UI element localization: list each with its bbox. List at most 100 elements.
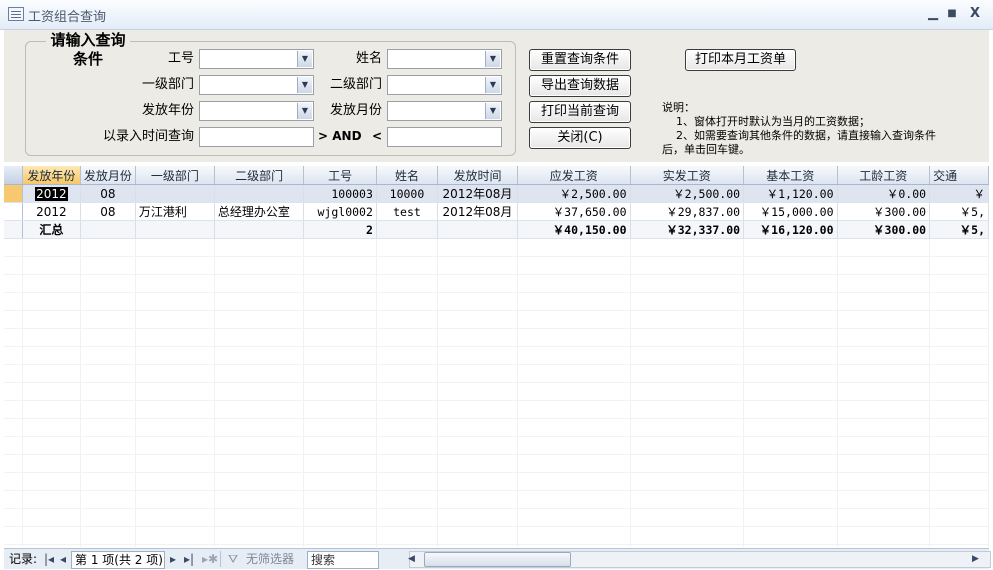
empty-cell	[517, 526, 631, 545]
table-cell[interactable]: 总经理办公室	[214, 202, 305, 221]
empty-cell	[517, 436, 631, 455]
empty-cell	[376, 256, 439, 275]
chevron-down-icon[interactable]: ▼	[485, 77, 500, 93]
row-selector[interactable]	[4, 184, 23, 203]
table-cell[interactable]: 2012年08月	[437, 202, 518, 221]
close-button[interactable]: 关闭(C)	[529, 127, 631, 149]
table-cell[interactable]: 2012年08月	[437, 184, 518, 203]
empty-cell	[437, 454, 518, 473]
search-input[interactable]: 搜索	[307, 551, 379, 569]
table-cell[interactable]: ￥29,837.00	[630, 202, 745, 221]
col-header[interactable]: 发放月份	[80, 166, 136, 185]
table-cell[interactable]: ￥37,650.00	[517, 202, 631, 221]
empty-cell	[517, 418, 631, 437]
table-cell[interactable]	[214, 184, 305, 203]
scroll-left-icon[interactable]: ◀	[408, 551, 415, 567]
current-record-box[interactable]: 第 1 项(共 2 项)	[71, 551, 165, 569]
empty-cell	[630, 274, 745, 293]
total-cell[interactable]: ￥16,120.00	[743, 220, 838, 239]
table-cell[interactable]: 100003	[303, 184, 377, 203]
table-cell[interactable]: ￥2,500.00	[630, 184, 745, 203]
total-cell[interactable]: ￥5,	[929, 220, 989, 239]
col-header[interactable]: 交通	[929, 166, 989, 185]
print-current-button[interactable]: 打印当前查询	[529, 101, 631, 123]
col-header[interactable]: 工龄工资	[837, 166, 931, 185]
chevron-down-icon[interactable]: ▼	[297, 51, 312, 67]
empty-cell	[743, 544, 838, 547]
datasheet-grid[interactable]: 发放年份 发放月份 一级部门 二级部门 工号 姓名 发放时间 应发工资 实发工资…	[4, 166, 989, 547]
table-cell[interactable]: 2012	[22, 202, 81, 221]
total-row[interactable]: 汇总 2 ￥40,150.00 ￥32,337.00 ￥16,120.00 ￥3…	[4, 220, 989, 239]
filter-icon[interactable]: ⛛	[228, 551, 238, 567]
col-header[interactable]: 二级部门	[214, 166, 305, 185]
total-cell[interactable]	[376, 220, 439, 239]
export-data-button[interactable]: 导出查询数据	[529, 75, 631, 97]
col-header[interactable]: 姓名	[376, 166, 439, 185]
chevron-down-icon[interactable]: ▼	[485, 51, 500, 67]
table-cell[interactable]: 08	[80, 202, 136, 221]
total-cell[interactable]: 2	[303, 220, 377, 239]
no-filter-label[interactable]: 无筛选器	[246, 551, 294, 567]
col-header[interactable]: 发放年份	[22, 166, 81, 185]
total-cell[interactable]: ￥300.00	[837, 220, 931, 239]
row-selector[interactable]	[4, 202, 23, 221]
table-cell[interactable]: ￥300.00	[837, 202, 931, 221]
col-header[interactable]: 实发工资	[630, 166, 745, 185]
col-header[interactable]: 基本工资	[743, 166, 838, 185]
total-cell[interactable]: 汇总	[22, 220, 81, 239]
table-cell[interactable]: 08	[80, 184, 136, 203]
row-selector[interactable]	[4, 220, 23, 239]
empty-cell	[630, 490, 745, 509]
empty-cell	[22, 400, 81, 419]
dept2-combo[interactable]: ▼	[387, 75, 502, 95]
table-cell[interactable]: ￥0.00	[837, 184, 931, 203]
empty-cell	[135, 526, 215, 545]
empty-row	[4, 418, 989, 437]
table-cell[interactable]: 2012	[22, 184, 81, 203]
table-cell[interactable]: ￥	[929, 184, 989, 203]
emp-id-combo[interactable]: ▼	[199, 49, 314, 69]
prev-record-icon[interactable]: ◂	[60, 551, 66, 567]
empty-cell	[214, 490, 305, 509]
print-month-payroll-button[interactable]: 打印本月工资单	[685, 49, 796, 71]
table-cell[interactable]: 万江港利	[135, 202, 215, 221]
col-header[interactable]: 发放时间	[437, 166, 518, 185]
total-cell[interactable]	[437, 220, 518, 239]
col-header[interactable]: 一级部门	[135, 166, 215, 185]
total-cell[interactable]	[214, 220, 305, 239]
table-row[interactable]: 2012 08 100003 10000 2012年08月 ￥2,500.00 …	[4, 184, 989, 203]
table-cell[interactable]: ￥2,500.00	[517, 184, 631, 203]
pay-month-combo[interactable]: ▼	[387, 101, 502, 121]
empty-cell	[214, 346, 305, 365]
next-record-icon[interactable]: ▸	[170, 551, 176, 567]
table-cell[interactable]: wjgl0002	[303, 202, 377, 221]
select-all-corner[interactable]	[4, 166, 23, 185]
total-cell[interactable]: ￥32,337.00	[630, 220, 745, 239]
table-cell[interactable]: ￥1,120.00	[743, 184, 838, 203]
col-header[interactable]: 工号	[303, 166, 377, 185]
table-cell[interactable]: ￥15,000.00	[743, 202, 838, 221]
table-cell[interactable]: 10000	[376, 184, 439, 203]
col-header[interactable]: 应发工资	[517, 166, 631, 185]
table-cell[interactable]	[135, 184, 215, 203]
empty-cell	[303, 382, 377, 401]
minimize-icon[interactable]: ▁	[924, 6, 942, 22]
first-record-icon[interactable]: |◂	[44, 551, 54, 567]
maximize-icon[interactable]: ■	[943, 6, 961, 22]
new-record-icon[interactable]: ▸✱	[202, 551, 218, 567]
table-row[interactable]: 2012 08 万江港利 总经理办公室 wjgl0002 test 2012年0…	[4, 202, 989, 221]
time-to-input[interactable]	[387, 127, 502, 147]
reset-conditions-button[interactable]: 重置查询条件	[529, 49, 631, 71]
name-combo[interactable]: ▼	[387, 49, 502, 69]
total-cell[interactable]	[80, 220, 136, 239]
time-from-input[interactable]	[199, 127, 314, 147]
total-cell[interactable]: ￥40,150.00	[517, 220, 631, 239]
scrollbar-thumb[interactable]	[424, 552, 571, 567]
close-icon[interactable]: X	[966, 6, 984, 22]
last-record-icon[interactable]: ▸|	[184, 551, 194, 567]
table-cell[interactable]: ￥5,	[929, 202, 989, 221]
total-cell[interactable]	[135, 220, 215, 239]
scroll-right-icon[interactable]: ▶	[972, 551, 979, 567]
table-cell[interactable]: test	[376, 202, 439, 221]
chevron-down-icon[interactable]: ▼	[485, 103, 500, 119]
